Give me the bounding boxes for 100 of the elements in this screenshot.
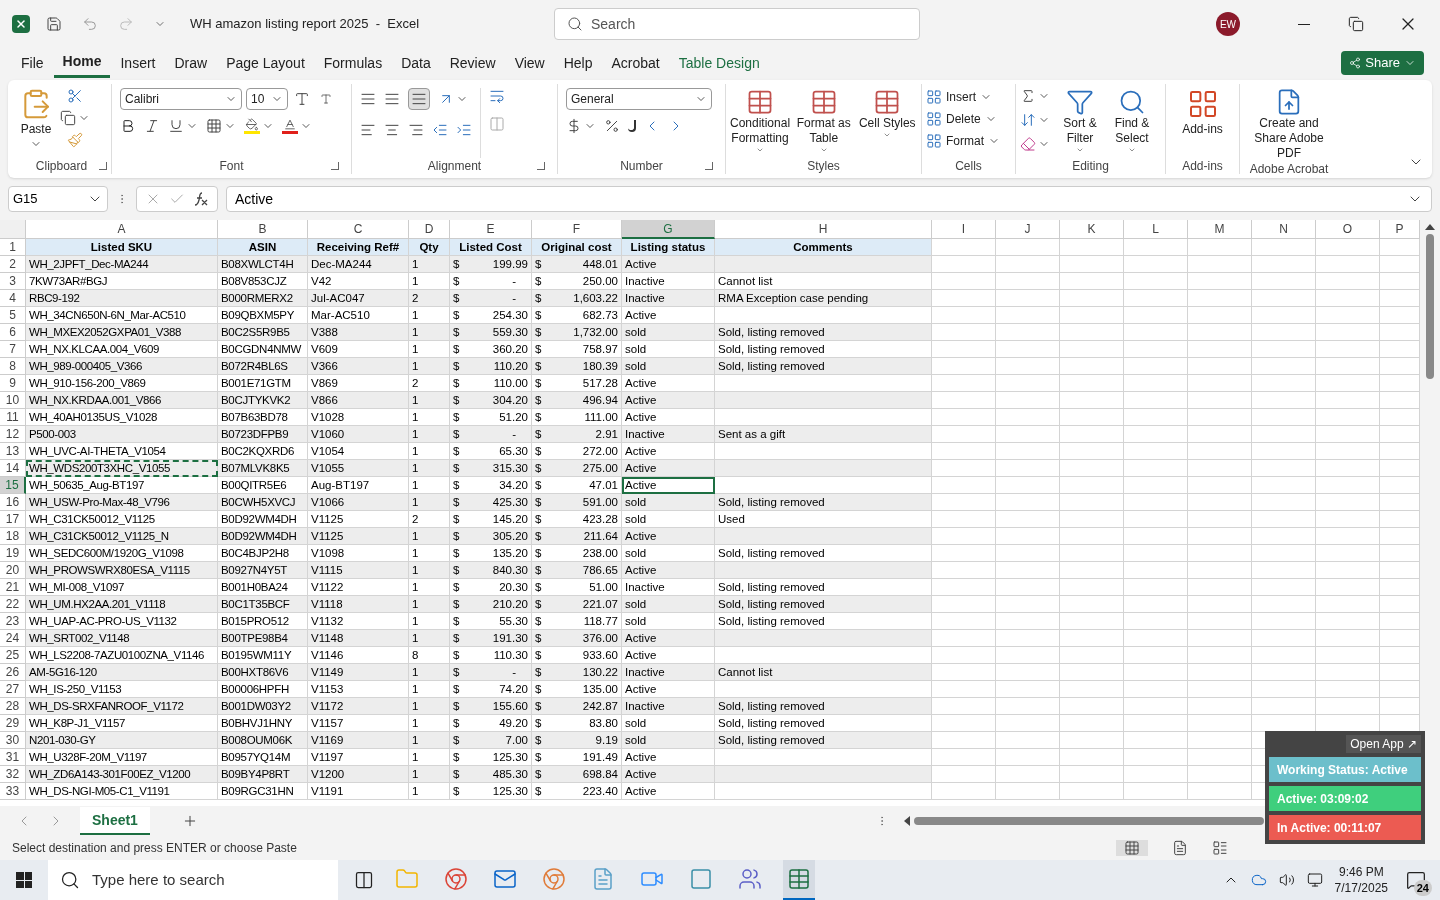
comma-style-button[interactable]	[628, 120, 636, 132]
row-header[interactable]: 24	[0, 630, 26, 647]
autosum-button[interactable]	[1020, 88, 1050, 104]
dialog-launcher-icon[interactable]	[331, 162, 339, 170]
italic-button[interactable]	[144, 118, 160, 134]
row-header[interactable]: 4	[0, 290, 26, 307]
column-header[interactable]: B	[218, 220, 308, 239]
page-layout-view-button[interactable]	[1172, 840, 1188, 856]
row-header[interactable]: 6	[0, 324, 26, 341]
ribbon-tab[interactable]: Review	[440, 48, 505, 78]
column-header[interactable]: M	[1188, 220, 1252, 239]
column-header[interactable]: D	[409, 220, 450, 239]
borders-button[interactable]	[206, 118, 236, 134]
row-header[interactable]: 12	[0, 426, 26, 443]
row-header[interactable]: 1	[0, 239, 26, 256]
row-header[interactable]: 13	[0, 443, 26, 460]
percent-button[interactable]	[604, 118, 620, 134]
ribbon-tab[interactable]: Draw	[165, 48, 217, 78]
ribbon-tab[interactable]: View	[505, 48, 554, 78]
column-header[interactable]: I	[932, 220, 996, 239]
font-size-dropdown[interactable]: 10	[246, 88, 288, 110]
column-header[interactable]: N	[1252, 220, 1316, 239]
column-header[interactable]: H	[715, 220, 932, 239]
row-header[interactable]: 19	[0, 545, 26, 562]
row-header[interactable]: 23	[0, 613, 26, 630]
styles-button[interactable]: Conditional Formatting	[730, 88, 791, 158]
fill-color-button[interactable]	[244, 118, 274, 134]
row-header[interactable]: 17	[0, 511, 26, 528]
paste-button[interactable]: Paste	[20, 88, 52, 158]
row-header[interactable]: 27	[0, 681, 26, 698]
open-app-link[interactable]: Open App ↗	[1346, 735, 1421, 753]
ribbon-tab[interactable]: Formulas	[314, 48, 392, 78]
normal-view-button[interactable]	[1116, 840, 1148, 856]
cells-button[interactable]: Format	[926, 132, 1011, 150]
column-header[interactable]: E	[450, 220, 532, 239]
row-header[interactable]: 20	[0, 562, 26, 579]
row-header[interactable]: 29	[0, 715, 26, 732]
row-header[interactable]: 16	[0, 494, 26, 511]
sheet-tab[interactable]: Sheet1	[80, 807, 150, 835]
row-header[interactable]: 15	[0, 477, 26, 494]
bold-button[interactable]	[120, 118, 136, 134]
row-header[interactable]: 26	[0, 664, 26, 681]
row-header[interactable]: 8	[0, 358, 26, 375]
bottom-align-button[interactable]	[408, 88, 430, 110]
editing-button[interactable]: Sort & Filter	[1058, 88, 1102, 158]
ribbon-tab[interactable]: Help	[554, 48, 602, 78]
share-button[interactable]: Share	[1341, 51, 1424, 75]
ribbon-tab[interactable]: Insert	[111, 48, 165, 78]
underline-button[interactable]	[168, 118, 198, 134]
dialog-launcher-icon[interactable]	[99, 162, 107, 170]
copy-button[interactable]	[60, 110, 90, 126]
styles-button[interactable]: Format as Table	[794, 88, 854, 158]
horizontal-scrollbar[interactable]	[904, 816, 1264, 826]
row-header[interactable]: 14	[0, 460, 26, 477]
editing-button[interactable]: Find & Select	[1110, 88, 1154, 158]
column-header[interactable]: L	[1124, 220, 1188, 239]
name-box[interactable]: G15	[8, 186, 108, 212]
ribbon-tab[interactable]: Page Layout	[217, 48, 314, 78]
column-header[interactable]: A	[26, 220, 218, 239]
row-header[interactable]: 30	[0, 732, 26, 749]
create-pdf-button[interactable]: Create and Share Adobe PDF	[1244, 88, 1334, 161]
clear-button[interactable]	[1020, 136, 1050, 152]
font-color-button[interactable]	[282, 118, 312, 134]
align-right-button[interactable]	[408, 122, 424, 138]
column-header[interactable]: F	[532, 220, 622, 239]
align-left-button[interactable]	[360, 122, 376, 138]
styles-button[interactable]: Cell Styles	[857, 88, 917, 158]
row-header[interactable]: 11	[0, 409, 26, 426]
column-header[interactable]: G	[622, 220, 715, 239]
table-cell[interactable]: Active	[622, 477, 715, 494]
row-header[interactable]: 31	[0, 749, 26, 766]
taskbar-app-button[interactable]	[783, 860, 815, 900]
row-header[interactable]: 5	[0, 307, 26, 324]
dialog-launcher-icon[interactable]	[537, 162, 545, 170]
row-header[interactable]: 10	[0, 392, 26, 409]
row-header[interactable]: 32	[0, 766, 26, 783]
increase-indent-button[interactable]	[456, 122, 472, 138]
task-view-button[interactable]	[354, 870, 374, 890]
ribbon-tab[interactable]: Table Design	[669, 48, 769, 78]
ribbon-tab[interactable]: Data	[392, 48, 440, 78]
fill-button[interactable]	[1020, 112, 1050, 128]
column-header[interactable]: J	[996, 220, 1060, 239]
number-format-dropdown[interactable]: General	[566, 88, 712, 110]
formula-field[interactable]: Active	[226, 186, 1432, 212]
column-header[interactable]: O	[1316, 220, 1380, 239]
center-button[interactable]	[384, 122, 400, 138]
search-field[interactable]: Search	[554, 8, 920, 40]
wrap-text-button[interactable]	[489, 88, 505, 104]
row-header[interactable]: 9	[0, 375, 26, 392]
column-header[interactable]: C	[308, 220, 409, 239]
row-header[interactable]: 33	[0, 783, 26, 800]
insert-function-icon[interactable]	[193, 191, 209, 207]
row-header[interactable]: 22	[0, 596, 26, 613]
row-header[interactable]: 3	[0, 273, 26, 290]
row-header[interactable]: 28	[0, 698, 26, 715]
notifications-button[interactable]: 24	[1400, 864, 1432, 896]
column-header[interactable]: P	[1380, 220, 1420, 239]
font-name-dropdown[interactable]: Calibri	[120, 88, 242, 110]
cells-button[interactable]: Delete	[926, 110, 1011, 128]
user-avatar[interactable]: EW	[1216, 12, 1240, 36]
